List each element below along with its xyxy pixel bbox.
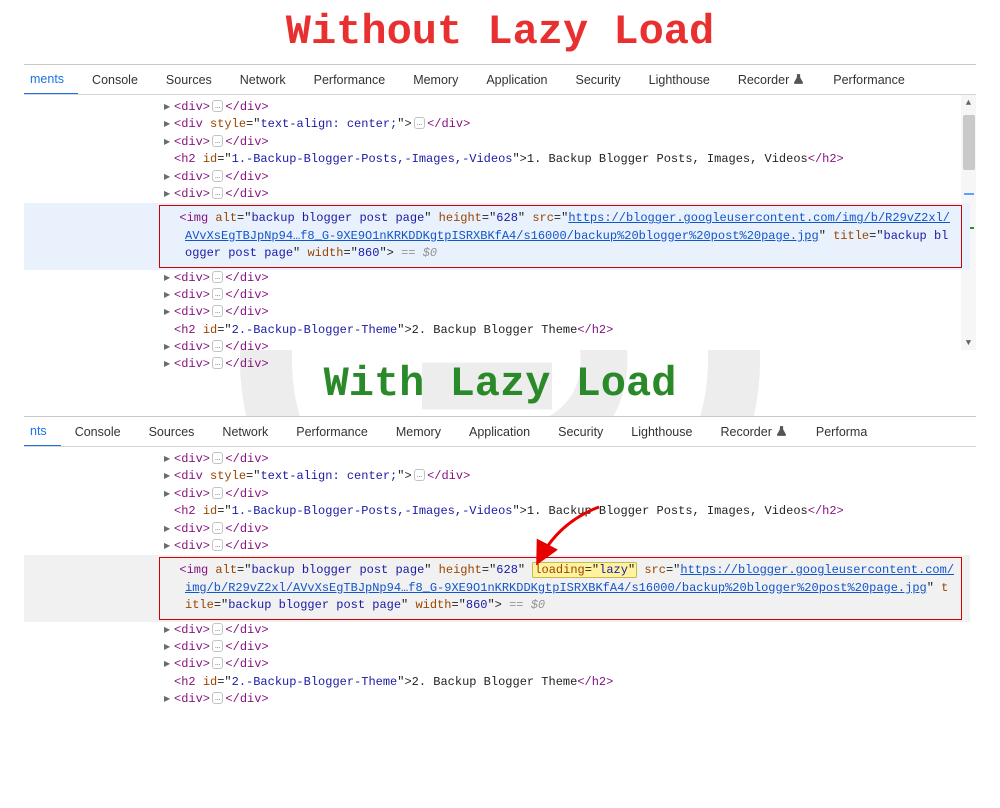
dom-tree[interactable]: <div>…</div> <div style="text-align: cen… bbox=[24, 95, 976, 378]
tab-application[interactable]: Application bbox=[455, 417, 544, 446]
tab-recorder[interactable]: Recorder bbox=[706, 417, 801, 446]
tab-application[interactable]: Application bbox=[472, 65, 561, 94]
devtools-tabs: ments Console Sources Network Performanc… bbox=[24, 65, 976, 95]
tab-lighthouse[interactable]: Lighthouse bbox=[617, 417, 706, 446]
devtools-tabs: nts Console Sources Network Performance … bbox=[24, 417, 976, 447]
tab-lighthouse[interactable]: Lighthouse bbox=[635, 65, 724, 94]
flask-icon bbox=[775, 425, 788, 438]
dom-tree[interactable]: <div>…</div> <div style="text-align: cen… bbox=[24, 447, 976, 712]
tab-memory[interactable]: Memory bbox=[382, 417, 455, 446]
devtools-panel-with: nts Console Sources Network Performance … bbox=[24, 416, 976, 696]
selected-img-row[interactable]: <img alt="backup blogger post page" heig… bbox=[24, 203, 970, 269]
tab-elements[interactable]: nts bbox=[24, 418, 61, 447]
flask-icon bbox=[792, 73, 805, 86]
tab-sources[interactable]: Sources bbox=[135, 417, 209, 446]
selected-img-row[interactable]: <img alt="backup blogger post page" heig… bbox=[24, 555, 970, 621]
tab-performance-insights[interactable]: Performa bbox=[802, 417, 881, 446]
tab-performance[interactable]: Performance bbox=[282, 417, 382, 446]
tab-performance[interactable]: Performance bbox=[300, 65, 400, 94]
tab-network[interactable]: Network bbox=[208, 417, 282, 446]
devtools-panel-without: ments Console Sources Network Performanc… bbox=[24, 64, 976, 350]
heading-without-lazy: Without Lazy Load bbox=[0, 8, 1000, 56]
tab-console[interactable]: Console bbox=[61, 417, 135, 446]
tab-elements[interactable]: ments bbox=[24, 66, 78, 95]
tab-sources[interactable]: Sources bbox=[152, 65, 226, 94]
tab-performance-insights[interactable]: Performance bbox=[819, 65, 919, 94]
tab-memory[interactable]: Memory bbox=[399, 65, 472, 94]
tab-security[interactable]: Security bbox=[562, 65, 635, 94]
lazy-attr-highlight: loading="lazy" bbox=[532, 562, 637, 578]
tab-recorder[interactable]: Recorder bbox=[724, 65, 819, 94]
tab-console[interactable]: Console bbox=[78, 65, 152, 94]
tab-network[interactable]: Network bbox=[226, 65, 300, 94]
tab-security[interactable]: Security bbox=[544, 417, 617, 446]
